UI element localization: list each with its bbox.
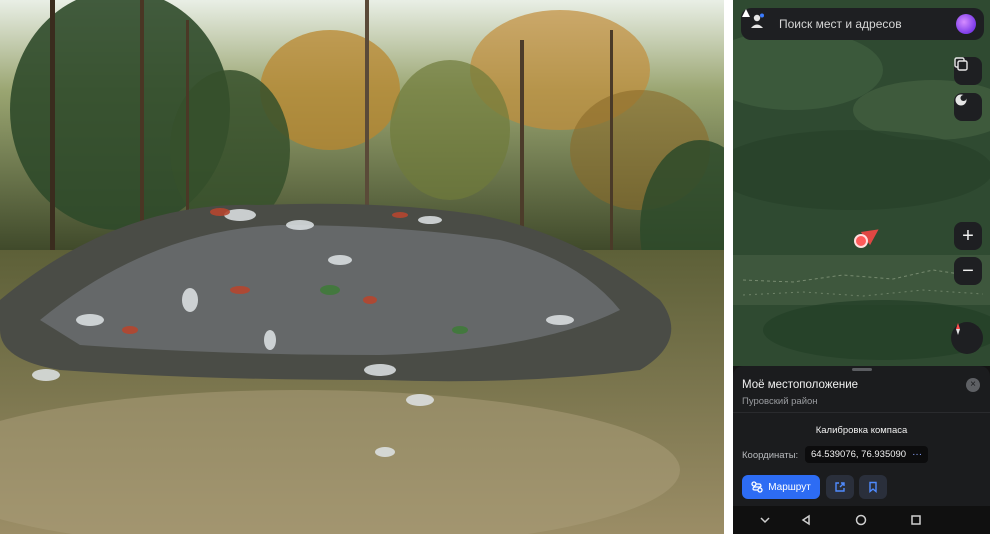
person-icon[interactable] [749,13,771,35]
sheet-grip[interactable] [852,368,872,371]
compass-icon [956,323,960,335]
satellite-map[interactable]: Поиск мест и адресов + − [733,0,990,366]
divider [733,412,990,413]
location-title: Моё местоположение [742,379,859,391]
home-circle-icon[interactable] [854,513,868,527]
alice-assistant-icon[interactable] [742,9,976,34]
recents-square-icon[interactable] [909,513,923,527]
search-input[interactable]: Поиск мест и адресов [779,17,956,31]
coordinates-field[interactable]: 64.539076, 76.935090 ··· [805,446,929,463]
location-sheet: Моё местоположение Пуровский район × Кал… [733,366,990,506]
zoom-in-button[interactable]: + [954,222,982,250]
weather-icon [955,94,967,106]
layers-icon [954,57,968,71]
photo-illustration [0,0,724,534]
zoom-out-button[interactable]: − [954,257,982,285]
chevron-down-icon[interactable] [758,513,772,527]
satellite-texture [733,0,990,366]
search-bar[interactable]: Поиск мест и адресов [741,8,984,40]
android-nav-bar [733,506,990,534]
coordinates-label: Координаты: [742,450,799,461]
weather-button[interactable] [954,93,982,121]
layers-button[interactable] [954,57,982,85]
more-icon[interactable]: ··· [912,449,922,460]
forest-garbage-photo [0,0,724,534]
coordinates-value: 64.539076, 76.935090 [811,449,907,460]
maps-app-screen: Поиск мест и адресов + − Моё местоположе… [733,0,990,534]
route-label: Маршрут [768,481,811,493]
location-subtitle: Пуровский район [742,396,818,407]
route-button[interactable]: Маршрут [742,475,820,499]
compass-button[interactable] [951,322,983,354]
screenshot-composite: Поиск мест и адресов + − Моё местоположе… [0,0,990,534]
close-icon[interactable]: × [966,378,980,392]
share-button[interactable] [826,475,854,499]
compass-calibration-link[interactable]: Калибровка компаса [733,425,990,436]
bookmark-icon [869,481,877,493]
back-triangle-icon[interactable] [799,513,813,527]
route-icon [751,481,763,493]
my-location-marker[interactable] [854,234,868,248]
bookmark-button[interactable] [859,475,887,499]
share-icon [835,482,845,492]
